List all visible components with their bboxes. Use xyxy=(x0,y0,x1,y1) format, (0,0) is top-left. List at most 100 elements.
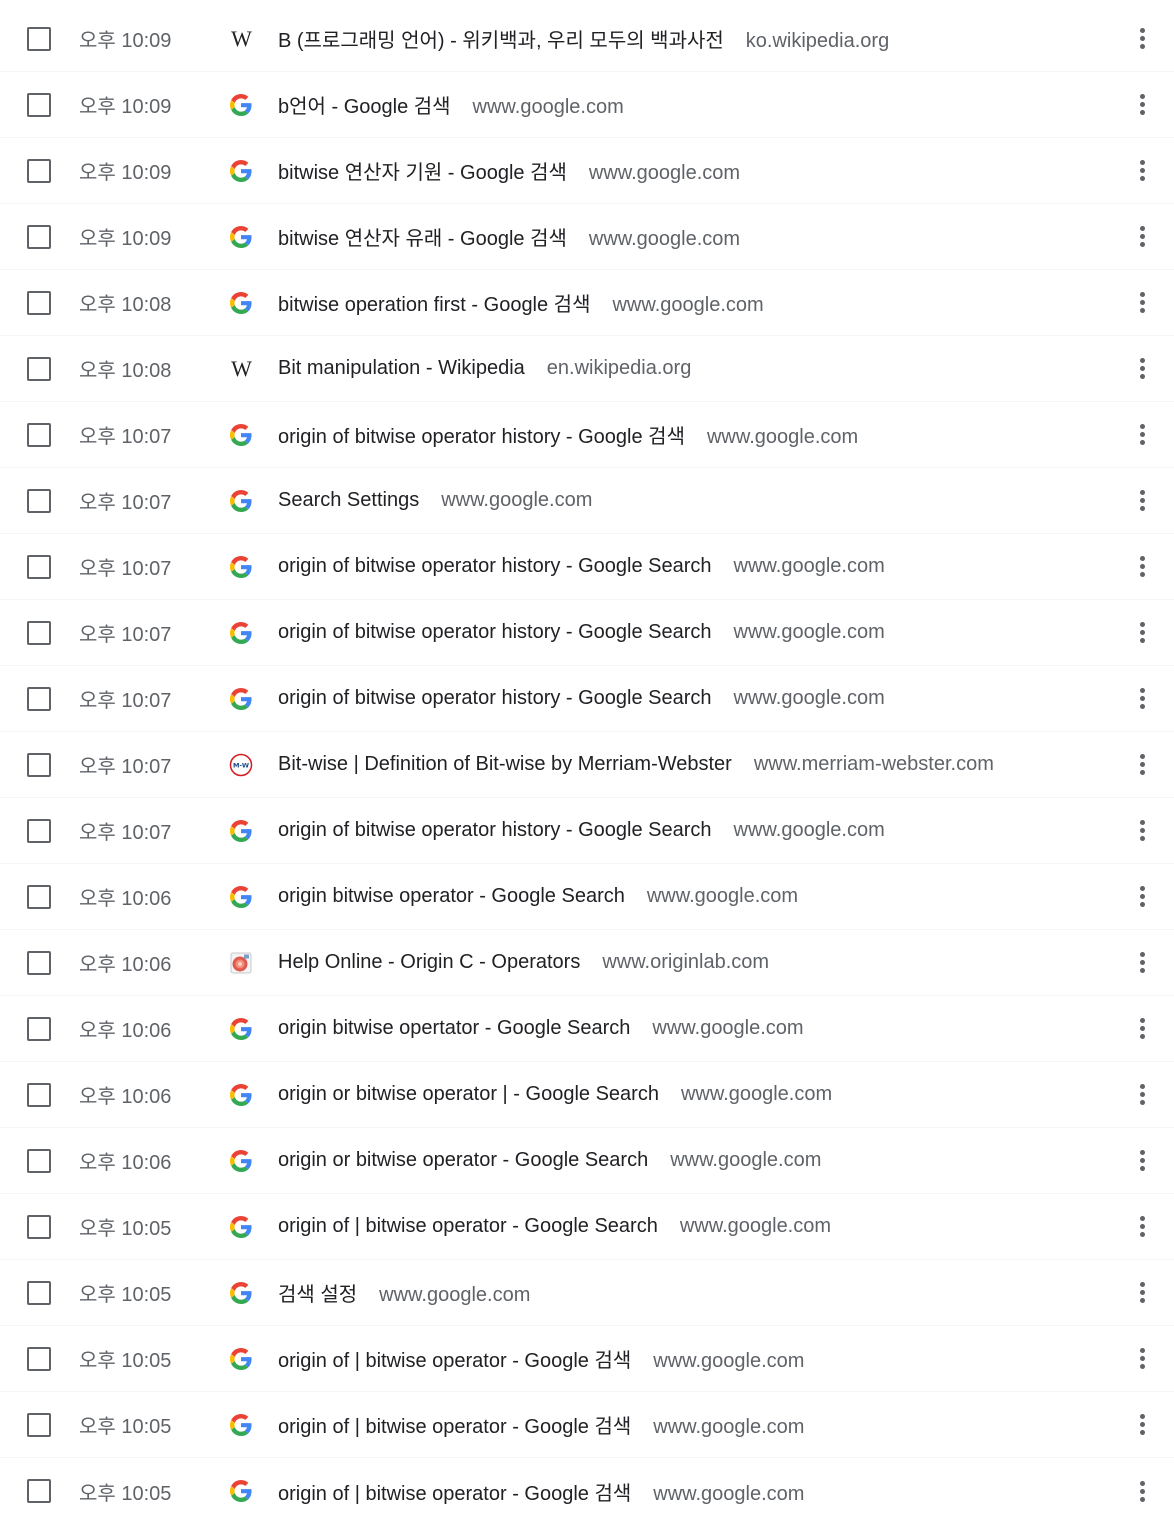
history-row[interactable]: 오후 10:07 origin of bitwise operator histo… xyxy=(0,666,1174,732)
select-checkbox[interactable] xyxy=(27,1412,51,1437)
history-row[interactable]: 오후 10:09 bitwise 연산자 기원 - Google 검색 www.go… xyxy=(0,138,1174,204)
entry-title[interactable]: 검색 설정 xyxy=(278,1284,357,1306)
more-options-icon[interactable] xyxy=(1130,93,1154,117)
entry-title[interactable]: origin bitwise operator - Google Search xyxy=(278,885,625,907)
more-options-icon[interactable] xyxy=(1130,357,1154,381)
entry-link[interactable]: Bit-wise | Definition of Bit-wise by Mer… xyxy=(278,753,1104,776)
entry-title[interactable]: Bit-wise | Definition of Bit-wise by Mer… xyxy=(278,753,732,775)
more-options-icon[interactable] xyxy=(1130,1149,1154,1173)
entry-link[interactable]: origin bitwise opertator - Google Search… xyxy=(278,1017,1104,1040)
entry-title[interactable]: origin of bitwise operator history - Goo… xyxy=(278,555,712,577)
history-row[interactable]: 오후 10:05 검색 설정 www.google.com xyxy=(0,1260,1174,1326)
select-checkbox[interactable] xyxy=(27,356,51,381)
select-checkbox[interactable] xyxy=(27,1148,51,1173)
history-row[interactable]: 오후 10:09 b언어 - Google 검색 www.google.com xyxy=(0,72,1174,138)
select-checkbox[interactable] xyxy=(27,1082,51,1107)
select-checkbox[interactable] xyxy=(27,158,51,183)
more-options-icon[interactable] xyxy=(1130,423,1154,447)
entry-link[interactable]: origin of | bitwise operator - Google 검색… xyxy=(278,1344,1104,1373)
history-row[interactable]: 오후 10:05 origin of | bitwise operator - G… xyxy=(0,1392,1174,1458)
entry-link[interactable]: origin of bitwise operator history - Goo… xyxy=(278,420,1104,449)
more-options-icon[interactable] xyxy=(1130,489,1154,513)
more-options-icon[interactable] xyxy=(1130,753,1154,777)
history-row[interactable]: 오후 10:07 M-W Bit-wise | Definition of Bit-… xyxy=(0,732,1174,798)
select-checkbox[interactable] xyxy=(27,884,51,909)
select-checkbox[interactable] xyxy=(27,224,51,249)
more-options-icon[interactable] xyxy=(1130,1017,1154,1041)
select-checkbox[interactable] xyxy=(27,554,51,579)
history-row[interactable]: 오후 10:08 bitwise operation first - Google… xyxy=(0,270,1174,336)
select-checkbox[interactable] xyxy=(27,1016,51,1041)
entry-title[interactable]: Help Online - Origin C - Operators xyxy=(278,951,580,973)
entry-link[interactable]: origin of | bitwise operator - Google 검색… xyxy=(278,1477,1104,1506)
more-options-icon[interactable] xyxy=(1130,555,1154,579)
select-checkbox[interactable] xyxy=(27,818,51,843)
entry-link[interactable]: origin or bitwise operator | - Google Se… xyxy=(278,1083,1104,1106)
select-checkbox[interactable] xyxy=(27,1280,51,1305)
select-checkbox[interactable] xyxy=(27,26,51,51)
more-options-icon[interactable] xyxy=(1130,1479,1154,1503)
entry-title[interactable]: origin of | bitwise operator - Google 검색 xyxy=(278,1350,631,1372)
more-options-icon[interactable] xyxy=(1130,1413,1154,1437)
entry-link[interactable]: origin or bitwise operator - Google Sear… xyxy=(278,1149,1104,1172)
more-options-icon[interactable] xyxy=(1130,27,1154,51)
more-options-icon[interactable] xyxy=(1130,1083,1154,1107)
history-row[interactable]: 오후 10:06 origin bitwise operator - Google… xyxy=(0,864,1174,930)
entry-title[interactable]: origin of | bitwise operator - Google 검색 xyxy=(278,1416,631,1438)
history-row[interactable]: 오후 10:06 Help Online - Origin C - Operato… xyxy=(0,930,1174,996)
select-checkbox[interactable] xyxy=(27,1479,51,1503)
entry-link[interactable]: origin of | bitwise operator - Google Se… xyxy=(278,1215,1104,1238)
entry-link[interactable]: origin bitwise operator - Google Search w… xyxy=(278,885,1104,908)
entry-title[interactable]: bitwise 연산자 유래 - Google 검색 xyxy=(278,228,567,250)
entry-link[interactable]: origin of bitwise operator history - Goo… xyxy=(278,555,1104,578)
history-row[interactable]: 오후 10:07 Search Settings www.google.com xyxy=(0,468,1174,534)
history-row[interactable]: 오후 10:09 bitwise 연산자 유래 - Google 검색 www.go… xyxy=(0,204,1174,270)
select-checkbox[interactable] xyxy=(27,686,51,711)
entry-link[interactable]: Bit manipulation - Wikipedia en.wikipedia… xyxy=(278,357,1104,380)
more-options-icon[interactable] xyxy=(1130,159,1154,183)
history-row[interactable]: 오후 10:07 origin of bitwise operator histo… xyxy=(0,600,1174,666)
entry-link[interactable]: origin of bitwise operator history - Goo… xyxy=(278,819,1104,842)
history-row[interactable]: 오후 10:07 origin of bitwise operator histo… xyxy=(0,798,1174,864)
select-checkbox[interactable] xyxy=(27,752,51,777)
history-row[interactable]: 오후 10:06 origin or bitwise operator | - G… xyxy=(0,1062,1174,1128)
history-row[interactable]: 오후 10:09 W B (프로그래밍 언어) - 위키백과, 우리 모두의 백과사… xyxy=(0,6,1174,72)
entry-title[interactable]: origin or bitwise operator | - Google Se… xyxy=(278,1083,659,1105)
entry-title[interactable]: origin of bitwise operator history - Goo… xyxy=(278,621,712,643)
entry-link[interactable]: b언어 - Google 검색 www.google.com xyxy=(278,90,1104,119)
history-row[interactable]: 오후 10:06 origin bitwise opertator - Googl… xyxy=(0,996,1174,1062)
select-checkbox[interactable] xyxy=(27,620,51,645)
more-options-icon[interactable] xyxy=(1130,885,1154,909)
entry-title[interactable]: origin of | bitwise operator - Google Se… xyxy=(278,1215,658,1237)
entry-title[interactable]: b언어 - Google 검색 xyxy=(278,96,451,118)
entry-link[interactable]: origin of bitwise operator history - Goo… xyxy=(278,621,1104,644)
entry-title[interactable]: origin of bitwise operator history - Goo… xyxy=(278,426,685,448)
entry-link[interactable]: bitwise operation first - Google 검색 www.g… xyxy=(278,288,1104,317)
select-checkbox[interactable] xyxy=(27,290,51,315)
entry-title[interactable]: origin of bitwise operator history - Goo… xyxy=(278,687,712,709)
entry-title[interactable]: B (프로그래밍 언어) - 위키백과, 우리 모두의 백과사전 xyxy=(278,30,724,52)
select-checkbox[interactable] xyxy=(27,1346,51,1371)
entry-title[interactable]: origin of | bitwise operator - Google 검색 xyxy=(278,1483,631,1505)
entry-link[interactable]: 검색 설정 www.google.com xyxy=(278,1278,1104,1307)
more-options-icon[interactable] xyxy=(1130,687,1154,711)
entry-title[interactable]: Bit manipulation - Wikipedia xyxy=(278,357,525,379)
more-options-icon[interactable] xyxy=(1130,1215,1154,1239)
entry-link[interactable]: Help Online - Origin C - Operators www.or… xyxy=(278,951,1104,974)
entry-title[interactable]: bitwise 연산자 기원 - Google 검색 xyxy=(278,162,567,184)
history-row[interactable]: 오후 10:07 origin of bitwise operator histo… xyxy=(0,402,1174,468)
entry-link[interactable]: bitwise 연산자 기원 - Google 검색 www.google.com xyxy=(278,156,1104,185)
entry-link[interactable]: origin of | bitwise operator - Google 검색… xyxy=(278,1410,1104,1439)
entry-title[interactable]: origin bitwise opertator - Google Search xyxy=(278,1017,630,1039)
entry-link[interactable]: B (프로그래밍 언어) - 위키백과, 우리 모두의 백과사전 ko.wikip… xyxy=(278,24,1104,53)
history-row[interactable]: 오후 10:05 origin of | bitwise operator - G… xyxy=(0,1458,1174,1524)
select-checkbox[interactable] xyxy=(27,1214,51,1239)
more-options-icon[interactable] xyxy=(1130,621,1154,645)
entry-title[interactable]: Search Settings xyxy=(278,489,419,511)
select-checkbox[interactable] xyxy=(27,488,51,513)
more-options-icon[interactable] xyxy=(1130,291,1154,315)
more-options-icon[interactable] xyxy=(1130,819,1154,843)
history-row[interactable]: 오후 10:05 origin of | bitwise operator - G… xyxy=(0,1194,1174,1260)
more-options-icon[interactable] xyxy=(1130,1281,1154,1305)
select-checkbox[interactable] xyxy=(27,950,51,975)
